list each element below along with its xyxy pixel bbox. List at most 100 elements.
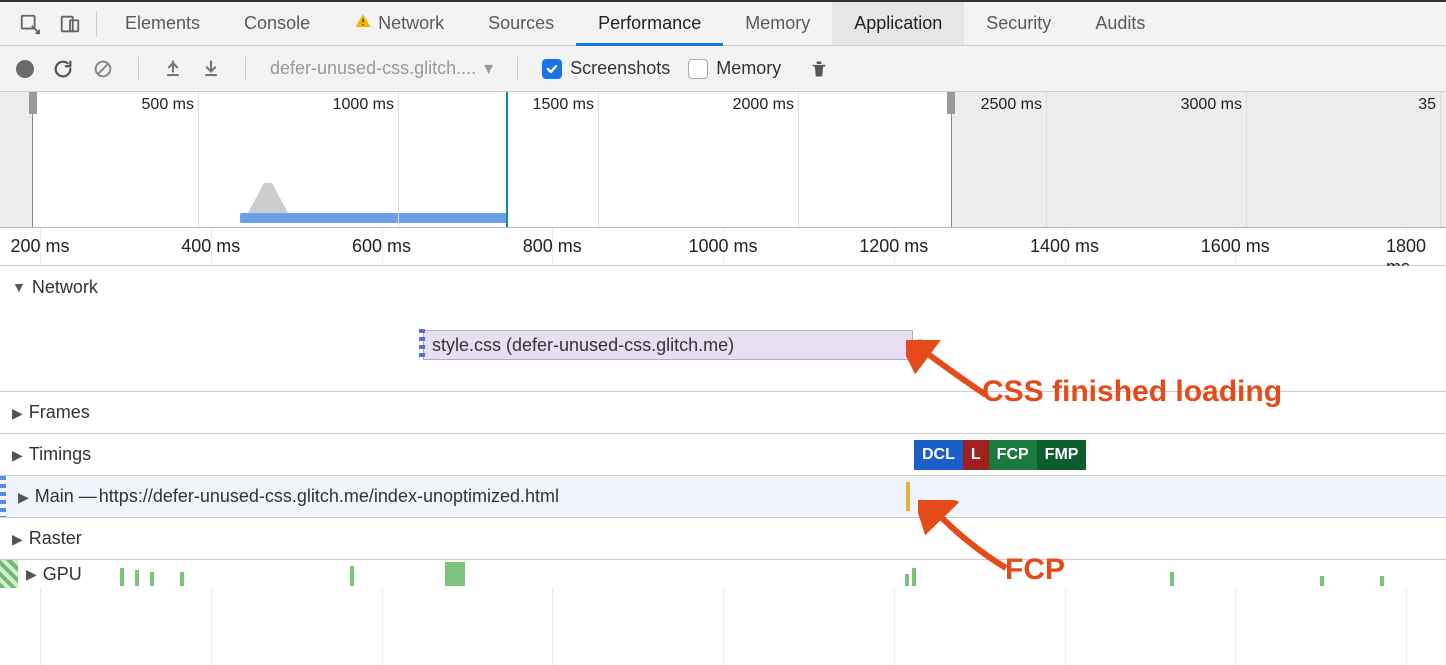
tab-application[interactable]: Application xyxy=(832,2,964,45)
network-request-label: style.css (defer-unused-css.glitch.me) xyxy=(432,335,734,356)
gpu-tick xyxy=(135,570,139,586)
overview-tick-line xyxy=(1246,92,1247,227)
disclosure-triangle-icon: ▶ xyxy=(12,406,23,420)
tab-label: Security xyxy=(986,13,1051,34)
tab-memory[interactable]: Memory xyxy=(723,2,832,45)
clear-button[interactable] xyxy=(92,58,114,80)
raster-track-header[interactable]: ▶ Raster xyxy=(0,518,1446,560)
gpu-tick xyxy=(350,566,354,586)
overview-tick-line xyxy=(198,92,199,227)
save-profile-button[interactable] xyxy=(201,59,221,79)
load-profile-button[interactable] xyxy=(163,59,183,79)
viewport-handle-left[interactable] xyxy=(29,92,37,114)
memory-label: Memory xyxy=(716,58,781,79)
overview-viewport[interactable] xyxy=(32,92,952,227)
target-select[interactable]: defer-unused-css.glitch.... ▾ xyxy=(270,58,493,79)
divider xyxy=(245,57,246,81)
viewport-handle-right[interactable] xyxy=(947,92,955,114)
tab-network[interactable]: Network xyxy=(332,2,466,45)
frames-label: Frames xyxy=(29,402,90,423)
detail-ruler[interactable]: 200 ms400 ms600 ms800 ms1000 ms1200 ms14… xyxy=(0,228,1446,266)
timing-pill-fmp[interactable]: FMP xyxy=(1037,440,1087,470)
detail-tick-label: 800 ms xyxy=(523,236,582,257)
detail-tick-label: 200 ms xyxy=(10,236,69,257)
gpu-activity xyxy=(0,560,1446,588)
gpu-tick xyxy=(912,568,916,586)
overview-tick-line xyxy=(398,92,399,227)
detail-tick-label: 1000 ms xyxy=(688,236,757,257)
warning-icon xyxy=(354,12,372,35)
detail-tick-label: 1400 ms xyxy=(1030,236,1099,257)
screenshots-label: Screenshots xyxy=(570,58,670,79)
annotation-css-loaded: CSS finished loading xyxy=(982,375,1282,409)
divider xyxy=(96,11,97,37)
overview-tick-label: 3000 ms xyxy=(1181,96,1242,114)
detail-tick-label: 1600 ms xyxy=(1201,236,1270,257)
timing-pills-group: DCLLFCPFMP xyxy=(914,440,1086,470)
network-label: Network xyxy=(32,277,98,298)
gpu-tick xyxy=(1320,576,1324,586)
tab-label: Console xyxy=(244,13,310,34)
disclosure-triangle-icon: ▼ xyxy=(12,280,26,294)
tab-performance[interactable]: Performance xyxy=(576,2,723,45)
overview-tick-line xyxy=(1440,92,1441,227)
tab-label: Sources xyxy=(488,13,554,34)
network-request-bar[interactable]: style.css (defer-unused-css.glitch.me) xyxy=(423,330,913,360)
gpu-track-header[interactable]: ▶ GPU xyxy=(0,560,1446,588)
main-label-prefix: Main — xyxy=(35,486,97,507)
divider xyxy=(138,57,139,81)
gpu-tick xyxy=(455,562,465,586)
timings-label: Timings xyxy=(29,444,91,465)
tab-label: Elements xyxy=(125,13,200,34)
gpu-tick xyxy=(905,574,909,586)
device-toolbar-icon[interactable] xyxy=(50,13,90,35)
tab-elements[interactable]: Elements xyxy=(103,2,222,45)
screenshots-checkbox[interactable]: Screenshots xyxy=(542,58,670,79)
main-task-sliver xyxy=(906,482,910,511)
overview-timeline[interactable]: 500 ms1000 ms1500 ms2000 ms2500 ms3000 m… xyxy=(0,92,1446,228)
disclosure-triangle-icon: ▶ xyxy=(18,490,29,504)
tab-security[interactable]: Security xyxy=(964,2,1073,45)
detail-tick-label: 400 ms xyxy=(181,236,240,257)
gpu-tick xyxy=(1380,576,1384,586)
inspect-icon[interactable] xyxy=(10,13,50,35)
gpu-tick xyxy=(1170,572,1174,586)
timing-pill-dcl[interactable]: DCL xyxy=(914,440,963,470)
main-track-header[interactable]: ▶ Main — https://defer-unused-css.glitch… xyxy=(0,476,1446,518)
tab-console[interactable]: Console xyxy=(222,2,332,45)
overview-tick-line xyxy=(1046,92,1047,227)
garbage-collect-button[interactable] xyxy=(809,58,829,80)
gpu-tick xyxy=(445,562,455,586)
tab-label: Network xyxy=(378,13,444,34)
disclosure-triangle-icon: ▶ xyxy=(12,448,23,462)
tab-label: Memory xyxy=(745,13,810,34)
annotation-fcp: FCP xyxy=(1005,553,1065,587)
gpu-tick xyxy=(180,572,184,586)
performance-toolbar: defer-unused-css.glitch.... ▾ Screenshot… xyxy=(0,46,1446,92)
main-url: https://defer-unused-css.glitch.me/index… xyxy=(99,486,559,507)
main-track-indicator-icon xyxy=(0,476,6,517)
divider xyxy=(517,57,518,81)
memory-checkbox[interactable]: Memory xyxy=(688,58,781,79)
network-track-header[interactable]: ▼ Network xyxy=(0,266,1446,308)
timings-track-header[interactable]: ▶ Timings DCLLFCPFMP xyxy=(0,434,1446,476)
tab-sources[interactable]: Sources xyxy=(466,2,576,45)
target-select-text: defer-unused-css.glitch.... xyxy=(270,58,476,79)
disclosure-triangle-icon: ▶ xyxy=(12,532,23,546)
chevron-down-icon: ▾ xyxy=(484,58,493,79)
overview-tick-line xyxy=(598,92,599,227)
record-button[interactable] xyxy=(16,60,34,78)
timing-pill-fcp[interactable]: FCP xyxy=(989,440,1037,470)
reload-button[interactable] xyxy=(52,58,74,80)
tab-audits[interactable]: Audits xyxy=(1073,2,1167,45)
tab-label: Audits xyxy=(1095,13,1145,34)
gpu-tick xyxy=(150,572,154,586)
overview-tick-label: 35 xyxy=(1418,96,1436,114)
checkbox-icon xyxy=(688,59,708,79)
timing-pill-l[interactable]: L xyxy=(963,440,989,470)
track-list: … ▼ Network style.css (defer-unused-css.… xyxy=(0,266,1446,588)
checkbox-icon xyxy=(542,59,562,79)
overview-tick-label: 2500 ms xyxy=(981,96,1042,114)
tab-label: Performance xyxy=(598,13,701,34)
network-request-tail-icon xyxy=(918,339,922,351)
